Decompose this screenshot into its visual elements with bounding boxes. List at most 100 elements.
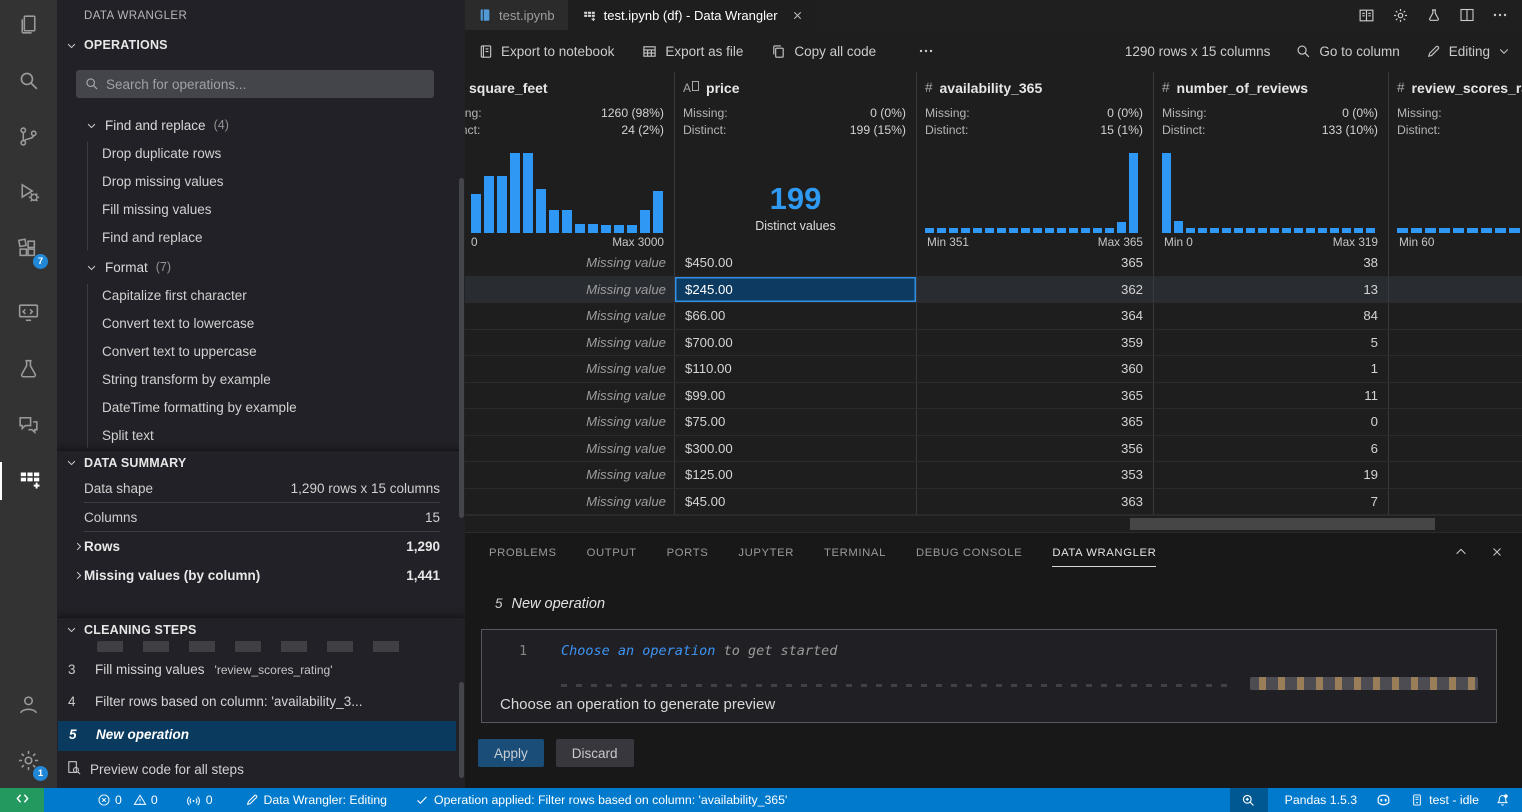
chevron-up-icon[interactable]: [1454, 545, 1468, 559]
operation-group-format[interactable]: Format(7): [57, 252, 457, 282]
cell[interactable]: 5: [1154, 330, 1389, 356]
cell[interactable]: 11: [1154, 383, 1389, 409]
activity-bar-extensions[interactable]: 7: [0, 232, 57, 270]
cell[interactable]: 19: [1154, 462, 1389, 488]
activity-bar-run-and-debug[interactable]: [0, 176, 57, 214]
operations-section-header[interactable]: OPERATIONS: [57, 32, 465, 58]
operation-fill-missing-values[interactable]: Fill missing values: [57, 196, 457, 224]
ports-status[interactable]: 0: [181, 788, 218, 812]
column-price[interactable]: ApriceMissing:0 (0%)Distinct:199 (15%)19…: [675, 72, 917, 250]
operations-search[interactable]: [76, 70, 434, 98]
cell[interactable]: 353: [917, 462, 1154, 488]
data-summary-section-header[interactable]: DATA SUMMARY: [57, 450, 465, 474]
cleaning-step-4[interactable]: 4Filter rows based on column: 'availabil…: [57, 687, 465, 719]
operation-capitalize-first-character[interactable]: Capitalize first character: [57, 282, 457, 310]
cell[interactable]: [1389, 303, 1522, 329]
activity-bar-settings[interactable]: 1: [0, 744, 57, 782]
cell[interactable]: $75.00: [675, 409, 917, 435]
cell[interactable]: [1389, 383, 1522, 409]
operation-code-preview[interactable]: 1 Choose an operation to get started Cho…: [481, 629, 1497, 723]
column-number-of-reviews[interactable]: #number_of_reviewsMissing:0 (0%)Distinct…: [1154, 72, 1389, 250]
cell[interactable]: 363: [917, 489, 1154, 515]
operation-drop-duplicate-rows[interactable]: Drop duplicate rows: [57, 140, 457, 168]
panel-tab-problems[interactable]: PROBLEMS: [489, 543, 557, 563]
go-to-column-button[interactable]: Go to column: [1296, 44, 1399, 59]
cell[interactable]: $300.00: [675, 436, 917, 462]
toolbar-more-button[interactable]: [918, 43, 934, 59]
cell[interactable]: 360: [917, 356, 1154, 382]
operation-drop-missing-values[interactable]: Drop missing values: [57, 168, 457, 196]
cell[interactable]: 7: [1154, 489, 1389, 515]
operation-convert-text-to-uppercase[interactable]: Convert text to uppercase: [57, 338, 457, 366]
column-header-availability-365[interactable]: #availability_365: [917, 72, 1153, 97]
data-wrangler-editing-status[interactable]: Data Wrangler: Editing: [240, 788, 393, 812]
summary-missing-values-by-column[interactable]: Missing values (by column)1,441: [84, 561, 440, 590]
cell[interactable]: Missing value: [465, 489, 675, 515]
cell[interactable]: 13: [1154, 277, 1389, 303]
operation-string-transform-by-example[interactable]: String transform by example: [57, 366, 457, 394]
cell[interactable]: [1389, 330, 1522, 356]
more-actions-icon[interactable]: [1492, 7, 1508, 23]
cell[interactable]: Missing value: [465, 250, 675, 276]
panel-tab-jupyter[interactable]: JUPYTER: [738, 543, 794, 563]
panel-tab-data-wrangler[interactable]: DATA WRANGLER: [1052, 543, 1156, 563]
summary-rows[interactable]: Rows1,290: [84, 532, 440, 561]
cell[interactable]: Missing value: [465, 356, 675, 382]
cell[interactable]: Missing value: [465, 462, 675, 488]
cell[interactable]: 6: [1154, 436, 1389, 462]
code-link[interactable]: Choose an operation: [561, 643, 715, 659]
cell[interactable]: 1: [1154, 356, 1389, 382]
remote-indicator[interactable]: [0, 788, 44, 812]
activity-bar-remote-explorer[interactable]: [0, 296, 57, 334]
column-header-price[interactable]: Aprice: [675, 72, 916, 97]
grid-horizontal-scrollbar[interactable]: [465, 515, 1522, 532]
column-header-number-of-reviews[interactable]: #number_of_reviews: [1154, 72, 1388, 97]
cell[interactable]: [1389, 409, 1522, 435]
search-input[interactable]: [106, 77, 434, 92]
sidebar-scrollbar[interactable]: [459, 178, 464, 518]
column-review-scores-rating[interactable]: #review_scores_ratingMissing:Distinct:Mi…: [1389, 72, 1522, 250]
cell[interactable]: Missing value: [465, 436, 675, 462]
cell[interactable]: $45.00: [675, 489, 917, 515]
cell[interactable]: 362: [917, 277, 1154, 303]
activity-bar-search[interactable]: [0, 64, 57, 102]
cell[interactable]: $110.00: [675, 356, 917, 382]
activity-bar-accounts[interactable]: [0, 688, 57, 726]
cell[interactable]: 364: [917, 303, 1154, 329]
cell[interactable]: [1389, 250, 1522, 276]
cell[interactable]: Missing value: [465, 383, 675, 409]
copilot-status[interactable]: [1370, 788, 1397, 812]
scrollbar-thumb[interactable]: [1130, 518, 1435, 530]
panel-tab-ports[interactable]: PORTS: [667, 543, 709, 563]
cell[interactable]: Missing value: [465, 409, 675, 435]
cell[interactable]: 365: [917, 383, 1154, 409]
cell[interactable]: 84: [1154, 303, 1389, 329]
operation-datetime-formatting-by-example[interactable]: DateTime formatting by example: [57, 394, 457, 422]
zoom-status[interactable]: [1230, 788, 1268, 812]
panel-tab-output[interactable]: OUTPUT: [587, 543, 637, 563]
cell[interactable]: $99.00: [675, 383, 917, 409]
cell[interactable]: [1389, 436, 1522, 462]
cell[interactable]: [1389, 489, 1522, 515]
cell[interactable]: Missing value: [465, 330, 675, 356]
cell[interactable]: 38: [1154, 250, 1389, 276]
cell[interactable]: $245.00: [675, 277, 917, 303]
cleaning-steps-scrollbar[interactable]: [459, 682, 464, 778]
column-availability-365[interactable]: #availability_365Missing:0 (0%)Distinct:…: [917, 72, 1154, 250]
panel-tab-debug-console[interactable]: DEBUG CONSOLE: [916, 543, 1022, 563]
activity-bar-testing[interactable]: [0, 352, 57, 390]
discard-button[interactable]: Discard: [556, 739, 634, 767]
kernel-status[interactable]: test - idle: [1405, 788, 1484, 812]
cell[interactable]: $700.00: [675, 330, 917, 356]
activity-bar-source-control[interactable]: [0, 120, 57, 158]
column-header-square-feet[interactable]: square_feet: [465, 72, 674, 97]
cell[interactable]: [1389, 277, 1522, 303]
export-as-file-button[interactable]: Export as file: [642, 44, 743, 59]
cell[interactable]: 359: [917, 330, 1154, 356]
pandas-version-status[interactable]: Pandas 1.5.3: [1280, 788, 1362, 812]
cell[interactable]: [1389, 462, 1522, 488]
cell[interactable]: $125.00: [675, 462, 917, 488]
cell[interactable]: $66.00: [675, 303, 917, 329]
operation-group-find-and-replace[interactable]: Find and replace(4): [57, 110, 457, 140]
gear-icon[interactable]: [1392, 7, 1409, 24]
